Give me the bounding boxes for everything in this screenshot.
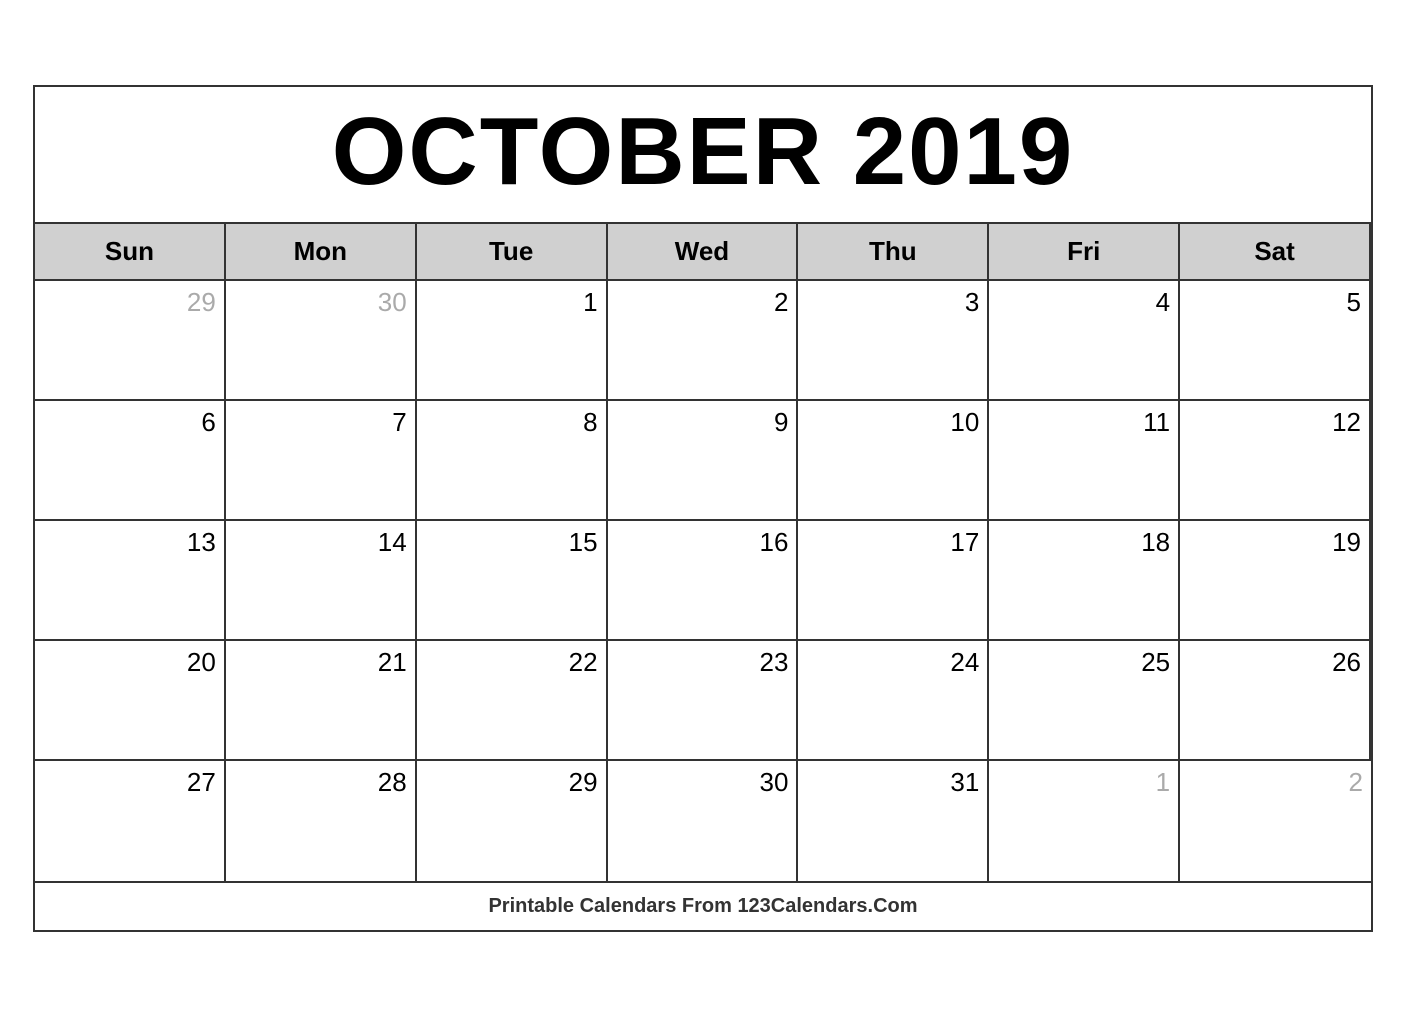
- day-number: 3: [965, 287, 979, 317]
- day-cell: 28: [226, 761, 417, 881]
- day-number: 1: [1156, 767, 1170, 797]
- day-number: 11: [1143, 407, 1170, 437]
- day-number: 15: [569, 527, 598, 557]
- day-cell: 21: [226, 641, 417, 761]
- day-cell: 15: [417, 521, 608, 641]
- day-number: 28: [378, 767, 407, 797]
- day-number: 30: [760, 767, 789, 797]
- calendar-footer: Printable Calendars From 123Calendars.Co…: [35, 881, 1371, 930]
- day-number: 13: [187, 527, 216, 557]
- day-number: 1: [583, 287, 597, 317]
- day-number: 7: [392, 407, 406, 437]
- day-number: 21: [378, 647, 407, 677]
- day-cell: 17: [798, 521, 989, 641]
- day-number: 6: [201, 407, 215, 437]
- day-header-wed: Wed: [608, 224, 799, 281]
- day-cell: 25: [989, 641, 1180, 761]
- day-cell: 5: [1180, 281, 1371, 401]
- day-number: 29: [187, 287, 216, 317]
- day-number: 16: [760, 527, 789, 557]
- day-number: 23: [760, 647, 789, 677]
- day-cell: 27: [35, 761, 226, 881]
- day-cell: 11: [989, 401, 1180, 521]
- day-cell: 20: [35, 641, 226, 761]
- day-cell: 4: [989, 281, 1180, 401]
- day-number: 20: [187, 647, 216, 677]
- day-cell: 29: [35, 281, 226, 401]
- day-header-mon: Mon: [226, 224, 417, 281]
- day-cell: 8: [417, 401, 608, 521]
- day-cell: 22: [417, 641, 608, 761]
- day-number: 19: [1332, 527, 1361, 557]
- day-number: 27: [187, 767, 216, 797]
- day-cell: 7: [226, 401, 417, 521]
- day-header-fri: Fri: [989, 224, 1180, 281]
- day-cell: 1: [989, 761, 1180, 881]
- calendar-title: OCTOBER 2019: [35, 87, 1371, 224]
- day-cell: 9: [608, 401, 799, 521]
- day-number: 2: [1349, 767, 1363, 797]
- day-number: 24: [950, 647, 979, 677]
- day-number: 5: [1347, 287, 1361, 317]
- footer-brand: 123Calendars.Com: [737, 895, 917, 917]
- day-number: 14: [378, 527, 407, 557]
- day-header-thu: Thu: [798, 224, 989, 281]
- day-cell: 12: [1180, 401, 1371, 521]
- day-number: 10: [950, 407, 979, 437]
- day-cell: 18: [989, 521, 1180, 641]
- day-number: 8: [583, 407, 597, 437]
- day-cell: 3: [798, 281, 989, 401]
- day-cell: 2: [1180, 761, 1371, 881]
- day-cell: 29: [417, 761, 608, 881]
- day-cell: 14: [226, 521, 417, 641]
- calendar-container: OCTOBER 2019 SunMonTueWedThuFriSat293012…: [33, 85, 1373, 932]
- day-header-sun: Sun: [35, 224, 226, 281]
- day-cell: 26: [1180, 641, 1371, 761]
- day-cell: 23: [608, 641, 799, 761]
- day-cell: 24: [798, 641, 989, 761]
- day-number: 29: [569, 767, 598, 797]
- day-number: 18: [1141, 527, 1170, 557]
- calendar-grid: SunMonTueWedThuFriSat2930123456789101112…: [35, 224, 1371, 881]
- day-cell: 2: [608, 281, 799, 401]
- day-number: 4: [1156, 287, 1170, 317]
- day-number: 22: [569, 647, 598, 677]
- day-cell: 19: [1180, 521, 1371, 641]
- day-cell: 1: [417, 281, 608, 401]
- day-cell: 31: [798, 761, 989, 881]
- day-number: 26: [1332, 647, 1361, 677]
- day-number: 30: [378, 287, 407, 317]
- day-number: 12: [1332, 407, 1361, 437]
- day-number: 9: [774, 407, 788, 437]
- day-number: 2: [774, 287, 788, 317]
- day-header-tue: Tue: [417, 224, 608, 281]
- day-number: 17: [950, 527, 979, 557]
- day-header-sat: Sat: [1180, 224, 1371, 281]
- day-cell: 6: [35, 401, 226, 521]
- footer-prefix: Printable Calendars From: [488, 895, 737, 917]
- day-cell: 16: [608, 521, 799, 641]
- day-number: 25: [1141, 647, 1170, 677]
- day-cell: 30: [608, 761, 799, 881]
- day-cell: 10: [798, 401, 989, 521]
- day-cell: 30: [226, 281, 417, 401]
- day-cell: 13: [35, 521, 226, 641]
- day-number: 31: [950, 767, 979, 797]
